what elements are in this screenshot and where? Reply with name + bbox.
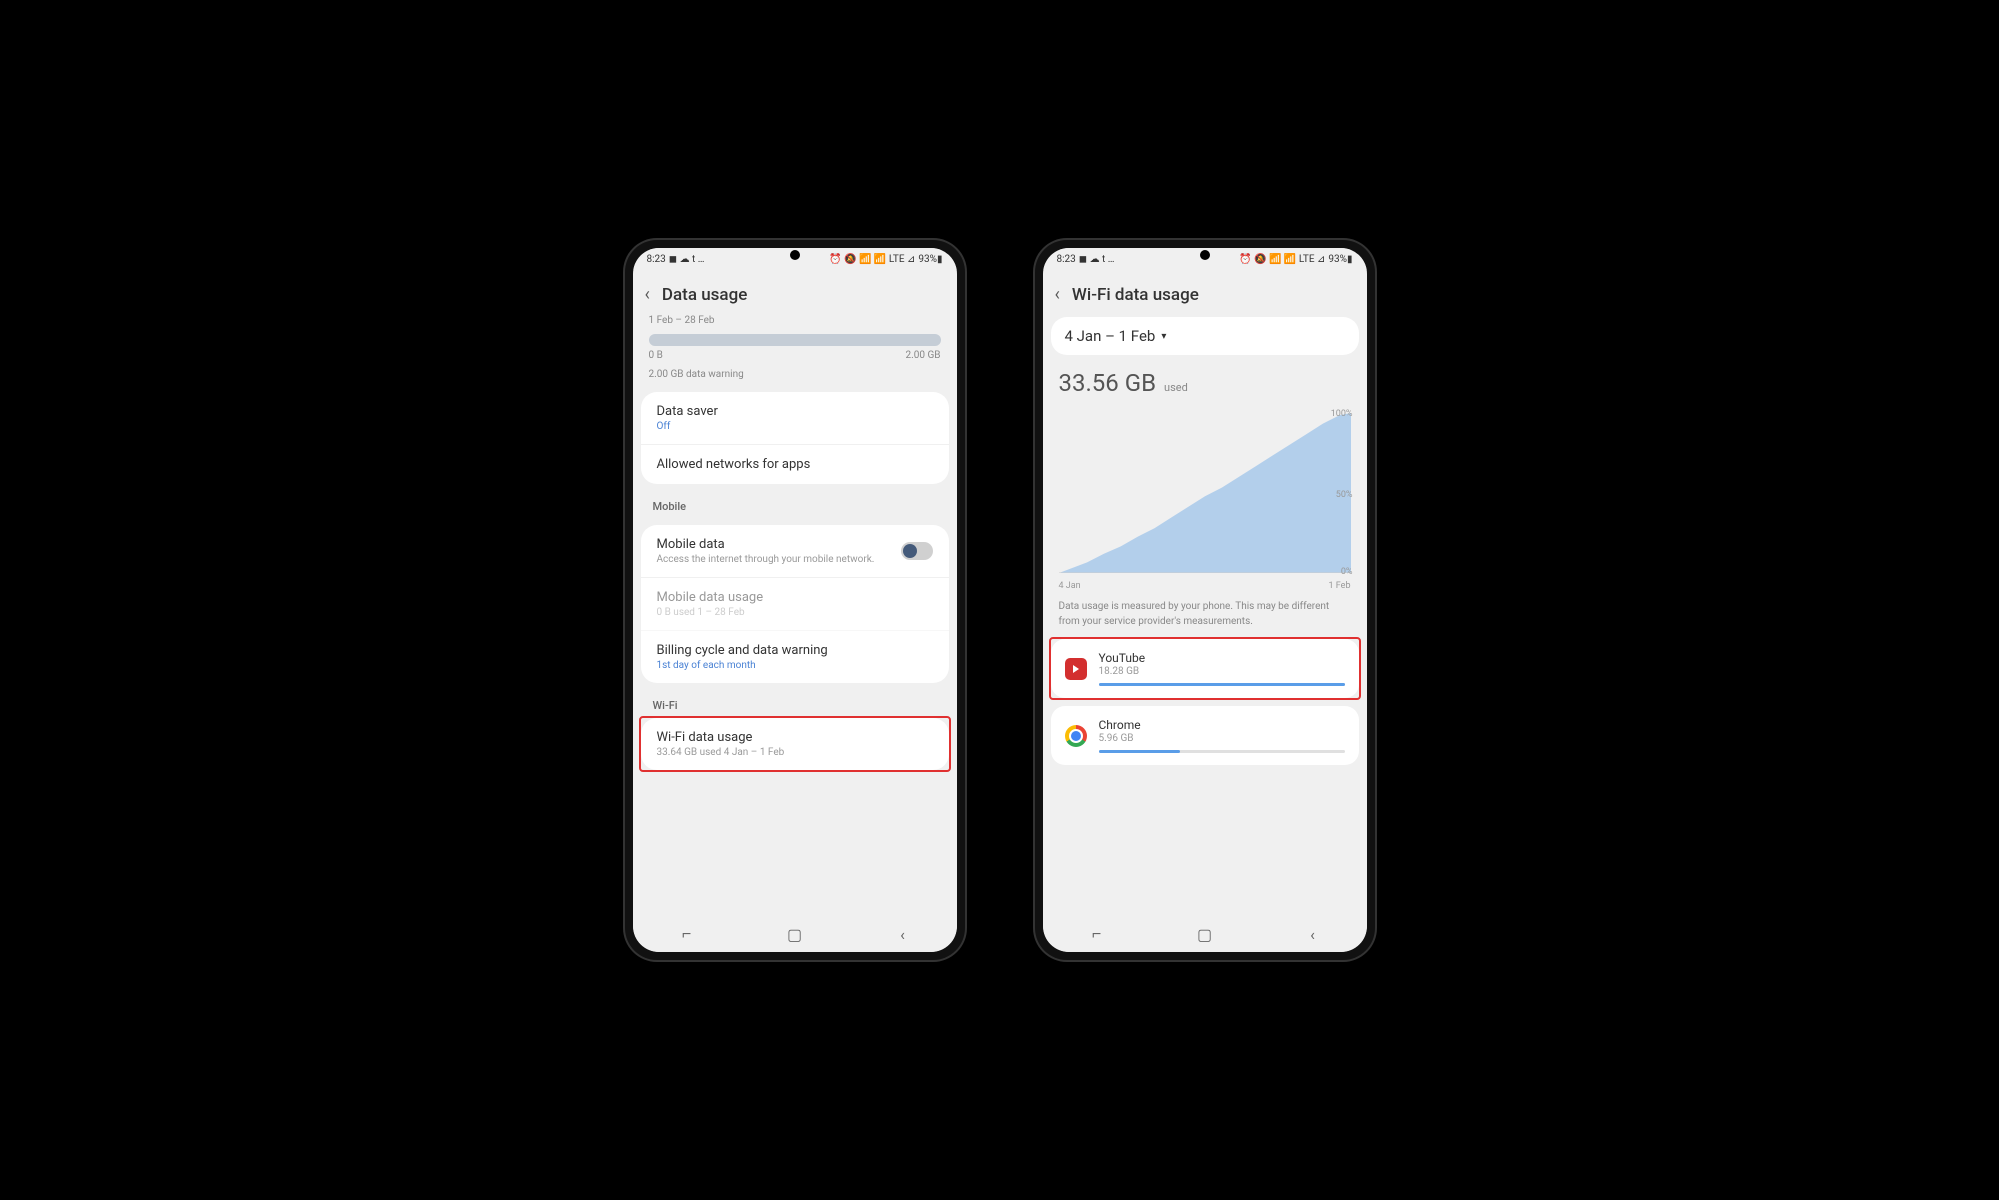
nav-recent-icon[interactable]: ⌐ <box>1087 924 1107 944</box>
status-time: 8:23 <box>647 254 666 265</box>
camera-cutout <box>790 250 800 260</box>
youtube-icon <box>1065 658 1087 680</box>
camera-cutout <box>1200 250 1210 260</box>
date-range-dropdown[interactable]: 4 Jan – 1 Feb ▾ <box>1051 317 1359 355</box>
status-icons-left: ◼ ☁ t … <box>669 254 705 265</box>
nav-bar: ⌐ ▢ ‹ <box>633 916 957 952</box>
youtube-highlight: YouTube 18.28 GB <box>1049 637 1361 700</box>
header: ‹ Data usage <box>633 270 957 311</box>
screen-left: 8:23 ◼ ☁ t … ⏰ 🔕 📶 📶 LTE ⊿ 93%▮ ‹ Data u… <box>633 248 957 952</box>
nav-recent-icon[interactable]: ⌐ <box>677 924 697 944</box>
page-title: Data usage <box>662 285 747 305</box>
billing-cycle-row[interactable]: Billing cycle and data warning 1st day o… <box>641 631 949 683</box>
back-icon[interactable]: ‹ <box>645 284 650 305</box>
app-row-chrome[interactable]: Chrome 5.96 GB <box>1051 706 1359 765</box>
status-icons-right: ⏰ 🔕 📶 📶 LTE ⊿ <box>1239 254 1325 265</box>
total-usage: 33.56 GB used <box>1043 361 1367 405</box>
status-battery: 93%▮ <box>1328 254 1352 265</box>
data-saver-row[interactable]: Data saver Off <box>641 392 949 445</box>
header: ‹ Wi-Fi data usage <box>1043 270 1367 311</box>
wifi-data-usage-row[interactable]: Wi-Fi data usage 33.64 GB used 4 Jan – 1… <box>641 718 949 770</box>
nav-back-icon[interactable]: ‹ <box>893 924 913 944</box>
status-battery: 93%▮ <box>918 254 942 265</box>
chart-x-labels: 4 Jan 1 Feb <box>1043 581 1367 591</box>
nav-bar: ⌐ ▢ ‹ <box>1043 916 1367 952</box>
screen-right: 8:23 ◼ ☁ t … ⏰ 🔕 📶 📶 LTE ⊿ 93%▮ ‹ Wi-Fi … <box>1043 248 1367 952</box>
section-mobile: Mobile <box>633 492 957 517</box>
chevron-down-icon: ▾ <box>1161 331 1166 342</box>
nav-back-icon[interactable]: ‹ <box>1303 924 1323 944</box>
status-icons-left: ◼ ☁ t … <box>1079 254 1115 265</box>
usage-chart: 100% 50% 0% <box>1059 413 1351 573</box>
phone-right: 8:23 ◼ ☁ t … ⏰ 🔕 📶 📶 LTE ⊿ 93%▮ ‹ Wi-Fi … <box>1035 240 1375 960</box>
status-icons-right: ⏰ 🔕 📶 📶 LTE ⊿ <box>829 254 915 265</box>
info-text: Data usage is measured by your phone. Th… <box>1043 591 1367 637</box>
phone-left: 8:23 ◼ ☁ t … ⏰ 🔕 📶 📶 LTE ⊿ 93%▮ ‹ Data u… <box>625 240 965 960</box>
bar-max: 2.00 GB <box>905 350 940 361</box>
section-wifi: Wi-Fi <box>633 691 957 716</box>
mobile-data-row[interactable]: Mobile data Access the internet through … <box>641 525 949 578</box>
bar-min: 0 B <box>649 350 663 361</box>
back-icon[interactable]: ‹ <box>1055 284 1060 305</box>
date-range: 1 Feb – 28 Feb <box>633 311 957 330</box>
bar-warning: 2.00 GB data warning <box>633 365 957 384</box>
mobile-data-toggle[interactable] <box>901 542 933 560</box>
app-row-youtube[interactable]: YouTube 18.28 GB <box>1051 639 1359 698</box>
usage-bar: 0 B 2.00 GB <box>633 330 957 365</box>
mobile-data-usage-row[interactable]: Mobile data usage 0 B used 1 – 28 Feb <box>641 578 949 631</box>
page-title: Wi-Fi data usage <box>1072 285 1199 305</box>
nav-home-icon[interactable]: ▢ <box>1195 924 1215 944</box>
allowed-networks-row[interactable]: Allowed networks for apps <box>641 445 949 484</box>
status-time: 8:23 <box>1057 254 1076 265</box>
chrome-icon <box>1065 725 1087 747</box>
wifi-usage-highlight: Wi-Fi data usage 33.64 GB used 4 Jan – 1… <box>639 716 951 772</box>
nav-home-icon[interactable]: ▢ <box>785 924 805 944</box>
